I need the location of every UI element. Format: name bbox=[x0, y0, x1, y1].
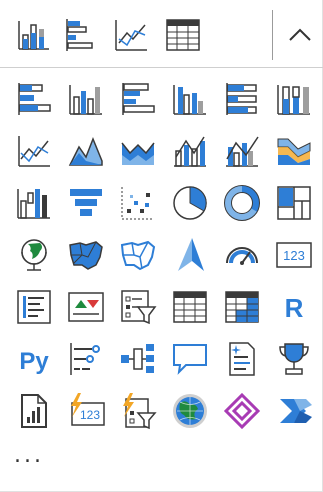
pinned-stacked-column-chart-icon[interactable] bbox=[10, 12, 56, 58]
map-globe-icon[interactable] bbox=[10, 232, 58, 278]
scatter-chart-icon[interactable] bbox=[114, 180, 162, 226]
python-visual-icon[interactable]: Py bbox=[10, 336, 58, 382]
decomposition-tree-icon[interactable] bbox=[114, 336, 162, 382]
multi-row-card-icon[interactable] bbox=[10, 284, 58, 330]
funnel-chart-icon[interactable] bbox=[62, 180, 110, 226]
gauge-icon[interactable] bbox=[218, 232, 266, 278]
qa-icon[interactable] bbox=[166, 336, 214, 382]
divider bbox=[0, 67, 323, 68]
pie-chart-icon[interactable] bbox=[166, 180, 214, 226]
100-percent-stacked-column-chart-icon[interactable] bbox=[270, 76, 318, 122]
stacked-column-chart-icon[interactable] bbox=[62, 76, 110, 122]
line-and-stacked-column-chart-icon[interactable] bbox=[166, 128, 214, 174]
card-value: 123 bbox=[283, 248, 305, 263]
py-label: Py bbox=[19, 348, 49, 375]
azure-map-icon[interactable] bbox=[166, 232, 214, 278]
pinned-visuals-row bbox=[0, 0, 323, 68]
filled-map-icon[interactable] bbox=[62, 232, 110, 278]
r-script-visual-icon[interactable]: R bbox=[270, 284, 318, 330]
r-label: R bbox=[285, 293, 304, 323]
slicer-icon[interactable] bbox=[114, 284, 162, 330]
stacked-bar-chart-icon[interactable] bbox=[10, 76, 58, 122]
power-apps-card-icon[interactable]: 123 bbox=[62, 388, 110, 434]
matrix-icon[interactable] bbox=[218, 284, 266, 330]
power-automate-icon[interactable] bbox=[270, 388, 318, 434]
metrics-trophy-icon[interactable] bbox=[270, 336, 318, 382]
toolbar-divider bbox=[272, 10, 273, 60]
visualizations-pane: 123 R Py 123 ... bbox=[0, 0, 323, 492]
collapse-button[interactable] bbox=[276, 10, 322, 60]
clustered-column-chart-icon[interactable] bbox=[166, 76, 214, 122]
power-automate-slicer-icon[interactable] bbox=[114, 388, 162, 434]
line-chart-icon[interactable] bbox=[10, 128, 58, 174]
paginated-report-icon[interactable] bbox=[10, 388, 58, 434]
pinned-table-icon[interactable] bbox=[160, 12, 206, 58]
chevron-up-icon bbox=[289, 28, 311, 41]
100-percent-stacked-bar-chart-icon[interactable] bbox=[218, 76, 266, 122]
donut-chart-icon[interactable] bbox=[218, 180, 266, 226]
waterfall-chart-icon[interactable] bbox=[10, 180, 58, 226]
stacked-area-chart-icon[interactable] bbox=[114, 128, 162, 174]
pinned-clustered-bar-chart-icon[interactable] bbox=[58, 12, 104, 58]
key-influencers-icon[interactable] bbox=[62, 336, 110, 382]
pinned-line-chart-icon[interactable] bbox=[108, 12, 154, 58]
area-chart-icon[interactable] bbox=[62, 128, 110, 174]
kpi-icon[interactable] bbox=[62, 284, 110, 330]
more-visuals-button[interactable]: ... bbox=[14, 445, 54, 472]
card-icon[interactable]: 123 bbox=[270, 232, 318, 278]
smart-narrative-icon[interactable] bbox=[218, 336, 266, 382]
treemap-icon[interactable] bbox=[270, 180, 318, 226]
power-apps-icon[interactable] bbox=[218, 388, 266, 434]
table-icon[interactable] bbox=[166, 284, 214, 330]
ribbon-chart-icon[interactable] bbox=[270, 128, 318, 174]
arcgis-map-icon[interactable] bbox=[166, 388, 214, 434]
card-value-2: 123 bbox=[80, 408, 100, 422]
line-and-clustered-column-chart-icon[interactable] bbox=[218, 128, 266, 174]
shape-map-icon[interactable] bbox=[114, 232, 162, 278]
clustered-bar-chart-icon[interactable] bbox=[114, 76, 162, 122]
